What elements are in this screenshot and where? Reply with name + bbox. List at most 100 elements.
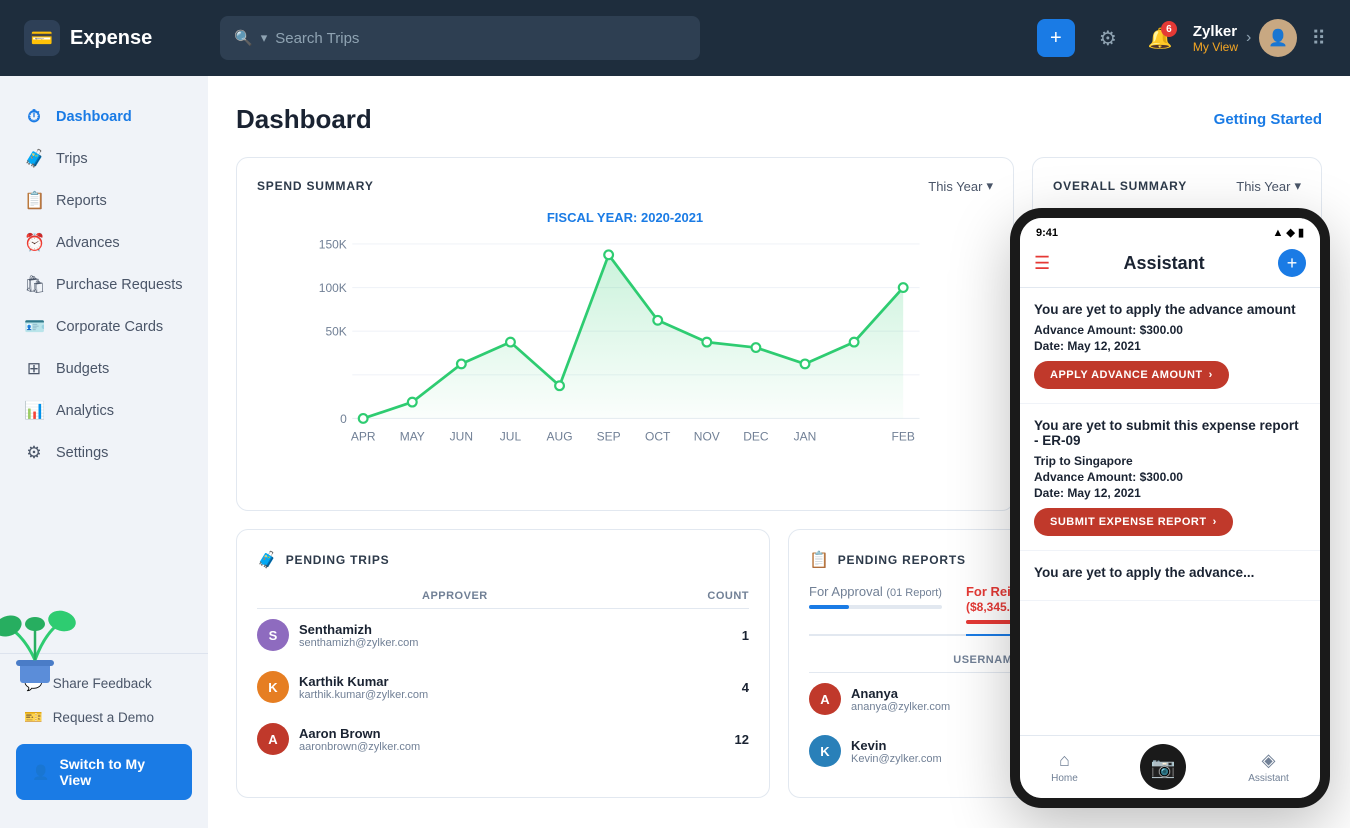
sidebar-label-settings: Settings — [56, 445, 108, 461]
spend-summary-card: SPEND SUMMARY This Year ▾ FISCAL YEAR: 2… — [236, 157, 1014, 511]
mobile-nav-assistant[interactable]: ◈ Assistant — [1248, 750, 1289, 784]
chart-container: FISCAL YEAR: 2020-2021 150K 100K 50K 0 — [257, 210, 993, 490]
pending-trips-table: APPROVER COUNT S Senthamizh s — [257, 584, 749, 765]
mobile-advance-amount-row2: Advance Amount: $300.00 — [1034, 470, 1306, 484]
nav-right: + ⚙ 🔔 6 Zylker My View › 👤 ⠿ — [1037, 19, 1326, 57]
settings-icon: ⚙ — [24, 443, 44, 463]
switch-view-button[interactable]: 👤 Switch to My View — [16, 744, 192, 800]
logo-icon: 💳 — [24, 20, 60, 56]
mobile-time: 9:41 — [1036, 227, 1058, 239]
svg-text:MAY: MAY — [400, 429, 425, 443]
request-demo-link[interactable]: 🎫 Request a Demo — [16, 700, 192, 734]
sidebar-item-dashboard[interactable]: ⏱ Dashboard — [0, 96, 208, 138]
grid-icon[interactable]: ⠿ — [1311, 26, 1326, 51]
mobile-add-button[interactable]: + — [1278, 249, 1306, 277]
page-title: Dashboard — [236, 104, 372, 135]
mobile-card-1-title: You are yet to apply the advance amount — [1034, 302, 1306, 317]
assistant-icon: ◈ — [1262, 750, 1276, 771]
sidebar-item-reports[interactable]: 📋 Reports — [0, 180, 208, 222]
col-approver: APPROVER — [257, 584, 653, 609]
user-view: My View — [1193, 40, 1238, 54]
sidebar-item-trips[interactable]: 🧳 Trips — [0, 138, 208, 180]
svg-text:OCT: OCT — [645, 429, 671, 443]
sidebar-item-settings[interactable]: ⚙ Settings — [0, 432, 208, 474]
page-header: Dashboard Getting Started — [236, 104, 1322, 135]
reports-icon: 📋 — [24, 191, 44, 211]
search-bar[interactable]: 🔍 ▾ — [220, 16, 700, 60]
svg-text:150K: 150K — [319, 237, 347, 251]
trips-icon: 🧳 — [24, 149, 44, 169]
mobile-trip-name: Trip to Singapore — [1034, 454, 1306, 468]
mobile-connectivity-icons: ▲ ◆ ▮ — [1272, 226, 1304, 239]
fiscal-label: FISCAL YEAR: 2020-2021 — [257, 210, 993, 225]
mobile-advance-amount-row: Advance Amount: $300.00 — [1034, 323, 1306, 337]
sidebar-label-cards: Corporate Cards — [56, 319, 163, 335]
advances-icon: ⏰ — [24, 233, 44, 253]
sidebar-item-advances[interactable]: ⏰ Advances — [0, 222, 208, 264]
notification-badge: 6 — [1161, 21, 1177, 37]
sidebar-item-budgets[interactable]: ⊞ Budgets — [0, 348, 208, 390]
svg-text:JAN: JAN — [794, 429, 817, 443]
mobile-card-3: You are yet to apply the advance... — [1020, 551, 1320, 601]
mobile-camera-button[interactable]: 📷 — [1140, 744, 1186, 790]
spend-summary-header: SPEND SUMMARY This Year ▾ — [257, 178, 993, 194]
sidebar-item-purchase-requests[interactable]: 🛍 Purchase Requests — [0, 264, 208, 306]
sidebar-label-budgets: Budgets — [56, 361, 109, 377]
user-area[interactable]: Zylker My View › 👤 — [1193, 19, 1297, 57]
table-row: S Senthamizh senthamizh@zylker.com 1 — [257, 609, 749, 662]
overall-summary-header: OVERALL SUMMARY This Year ▾ — [1053, 178, 1301, 194]
sidebar: ⏱ Dashboard 🧳 Trips 📋 Reports ⏰ Advances… — [0, 76, 208, 828]
apply-advance-button[interactable]: APPLY ADVANCE AMOUNT › — [1034, 361, 1229, 389]
home-icon: ⌂ — [1059, 750, 1070, 771]
mobile-bottom-nav: ⌂ Home 📷 ◈ Assistant — [1020, 735, 1320, 798]
share-feedback-icon: 💬 — [24, 674, 43, 692]
pending-trips-card: 🧳 PENDING TRIPS APPROVER COUNT — [236, 529, 770, 798]
sidebar-item-corporate-cards[interactable]: 🪪 Corporate Cards — [0, 306, 208, 348]
user-avatar: 👤 — [1259, 19, 1297, 57]
svg-text:SEP: SEP — [597, 429, 621, 443]
trips-card-icon: 🧳 — [257, 550, 278, 570]
cards-icon: 🪪 — [24, 317, 44, 337]
mobile-card-3-title: You are yet to apply the advance... — [1034, 565, 1306, 580]
chevron-icon: › — [1246, 29, 1251, 47]
submit-expense-button[interactable]: SUBMIT EXPENSE REPORT › — [1034, 508, 1233, 536]
search-input[interactable] — [275, 30, 686, 47]
mobile-date-row: Date: May 12, 2021 — [1034, 339, 1306, 353]
sidebar-label-dashboard: Dashboard — [56, 109, 132, 125]
sidebar-item-analytics[interactable]: 📊 Analytics — [0, 390, 208, 432]
reports-card-icon: 📋 — [809, 550, 830, 570]
share-feedback-link[interactable]: 💬 Share Feedback — [16, 666, 192, 700]
share-feedback-label: Share Feedback — [53, 676, 152, 691]
spend-summary-title: SPEND SUMMARY — [257, 179, 374, 193]
mobile-card-2: You are yet to submit this expense repor… — [1020, 404, 1320, 551]
mobile-nav-home[interactable]: ⌂ Home — [1051, 750, 1078, 784]
purchase-icon: 🛍 — [24, 275, 44, 295]
col-count: COUNT — [653, 584, 749, 609]
camera-icon: 📷 — [1151, 755, 1176, 780]
add-button[interactable]: + — [1037, 19, 1075, 57]
svg-text:NOV: NOV — [694, 429, 720, 443]
svg-text:JUL: JUL — [500, 429, 522, 443]
tab-for-approval[interactable]: For Approval (01 Report) — [809, 584, 942, 634]
pending-trips-title: 🧳 PENDING TRIPS — [257, 550, 749, 570]
mobile-card-2-title: You are yet to submit this expense repor… — [1034, 418, 1306, 448]
svg-text:DEC: DEC — [743, 429, 769, 443]
notifications-button[interactable]: 🔔 6 — [1141, 19, 1179, 57]
sidebar-nav: ⏱ Dashboard 🧳 Trips 📋 Reports ⏰ Advances… — [0, 96, 208, 645]
svg-text:0: 0 — [340, 412, 347, 426]
mobile-menu-icon[interactable]: ☰ — [1034, 253, 1050, 274]
sidebar-label-purchase: Purchase Requests — [56, 277, 183, 293]
sidebar-label-analytics: Analytics — [56, 403, 114, 419]
switch-view-label: Switch to My View — [59, 756, 176, 788]
settings-button[interactable]: ⚙ — [1089, 19, 1127, 57]
sidebar-bottom: 💬 Share Feedback 🎫 Request a Demo 👤 Swit… — [0, 653, 208, 812]
switch-view-icon: 👤 — [32, 764, 49, 781]
spend-summary-period[interactable]: This Year ▾ — [928, 178, 993, 194]
avatar: K — [809, 735, 841, 767]
overall-summary-period[interactable]: This Year ▾ — [1236, 178, 1301, 194]
dashboard-icon: ⏱ — [24, 107, 44, 127]
avatar: A — [809, 683, 841, 715]
svg-text:50K: 50K — [325, 325, 346, 339]
getting-started-link[interactable]: Getting Started — [1214, 111, 1322, 128]
avatar: K — [257, 671, 289, 703]
